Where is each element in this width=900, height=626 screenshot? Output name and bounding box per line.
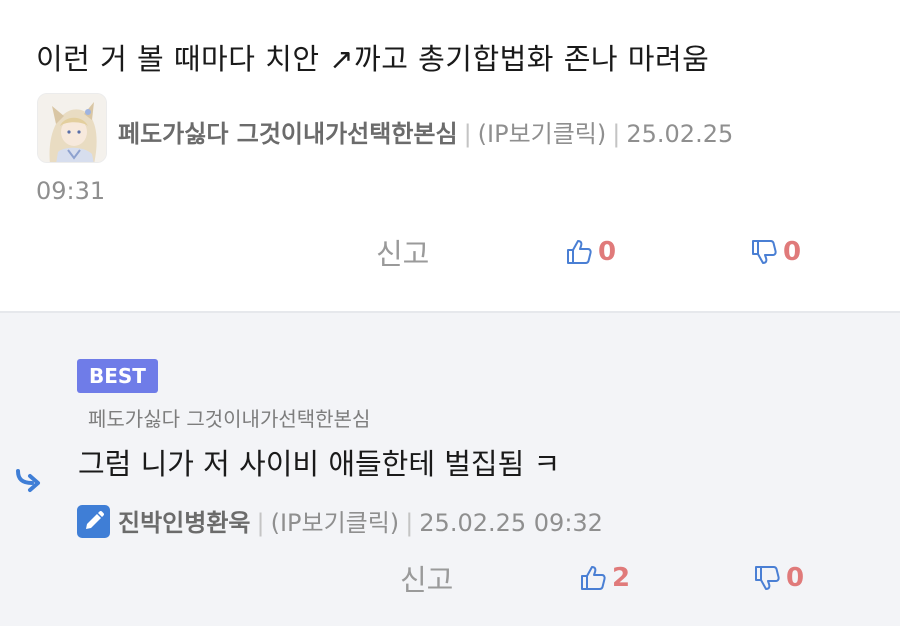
upvote-button[interactable]: 0 [564, 232, 616, 272]
comment-meta: 페도가싫다 그것이내가선택한본심 | (IP보기클릭) | 25.02.25 [118, 114, 733, 149]
report-button[interactable]: 신고 [376, 232, 429, 272]
downvote-count: 0 [783, 237, 802, 267]
downvote-button[interactable]: 0 [749, 232, 801, 272]
pencil-icon [77, 505, 110, 538]
reply-to-author: 페도가싫다 그것이내가선택한본심 [88, 407, 371, 431]
comment-text: 이런 거 볼 때마다 치안 ↗까고 총기합법화 존나 마려움 [36, 42, 710, 76]
reply-comment: BEST 페도가싫다 그것이내가선택한본심 그럼 니가 저 사이비 애들한테 벌… [0, 313, 900, 626]
thumbs-up-icon [581, 566, 606, 590]
reply-meta: 진박인병환욱 | (IP보기클릭) | 25.02.25 09:32 [118, 503, 603, 538]
report-label: 신고 [400, 563, 454, 597]
report-label: 신고 [376, 237, 430, 271]
comment-author[interactable]: 페도가싫다 그것이내가선택한본심 [118, 120, 458, 148]
downvote-count: 0 [786, 563, 805, 593]
thumbs-down-icon [755, 566, 780, 590]
meta-separator: | [256, 509, 265, 537]
thumbs-down-icon [752, 240, 777, 264]
reply-upvote-button[interactable]: 2 [578, 558, 630, 598]
reply-report-button[interactable]: 신고 [400, 558, 453, 598]
avatar[interactable] [37, 93, 107, 163]
reply-datetime: 25.02.25 09:32 [419, 509, 603, 537]
ip-view-link[interactable]: (IP보기클릭) [271, 509, 400, 537]
meta-separator: | [463, 120, 472, 148]
comment-thread: 이런 거 볼 때마다 치안 ↗까고 총기합법화 존나 마려움 페도가싫다 그것이… [0, 0, 900, 626]
meta-separator: | [405, 509, 414, 537]
upvote-count: 2 [612, 563, 631, 593]
avatar-image [38, 94, 106, 162]
thumbs-up-icon [567, 240, 592, 264]
meta-separator: | [612, 120, 621, 148]
reply-arrow-icon [16, 469, 40, 492]
best-badge: BEST [77, 359, 158, 393]
reply-text: 그럼 니가 저 사이비 애들한테 벌집됨 ㅋ [78, 447, 561, 481]
comment: 이런 거 볼 때마다 치안 ↗까고 총기합법화 존나 마려움 페도가싫다 그것이… [0, 0, 900, 311]
comment-time: 09:31 [36, 177, 106, 205]
comment-date: 25.02.25 [626, 120, 734, 148]
ip-view-link[interactable]: (IP보기클릭) [478, 120, 607, 148]
reply-author[interactable]: 진박인병환욱 [118, 509, 250, 537]
upvote-count: 0 [598, 237, 617, 267]
reply-downvote-button[interactable]: 0 [752, 558, 804, 598]
